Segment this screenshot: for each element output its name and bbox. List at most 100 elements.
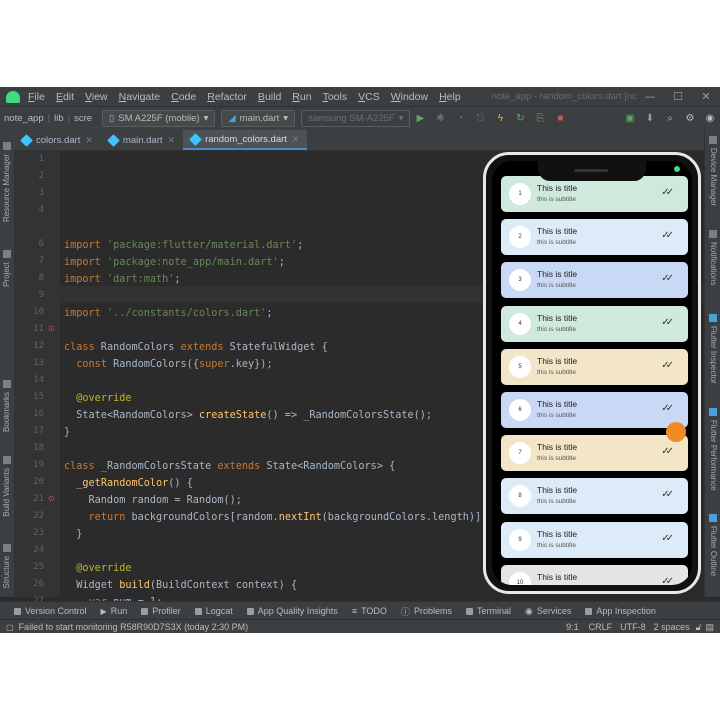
profile-icon[interactable]: ◔ xyxy=(453,112,467,126)
tool-build-variants[interactable]: Build Variants xyxy=(2,468,11,517)
tab-main-dart[interactable]: main.dart ✕ xyxy=(101,130,183,150)
menu-vcs[interactable]: VCS xyxy=(358,91,380,103)
menu-build[interactable]: Build xyxy=(258,91,281,103)
tab-colors-dart[interactable]: colors.dart ✕ xyxy=(14,130,101,150)
tool-app-inspection[interactable]: App Inspection xyxy=(585,606,656,616)
code-line: import '../constants/colors.dart'; xyxy=(64,308,273,319)
code-line: import 'dart:math'; xyxy=(64,274,181,285)
minimize-icon[interactable]: — xyxy=(636,90,664,103)
close-tab-icon[interactable]: ✕ xyxy=(85,135,93,146)
phone-icon: ▯ xyxy=(109,113,115,124)
note-title: This is title xyxy=(537,269,578,280)
tool-notifications[interactable]: Notifications xyxy=(709,242,718,286)
tool-flutter-inspector[interactable]: Flutter Inspector xyxy=(709,326,718,384)
tool-project[interactable]: Project xyxy=(2,262,11,287)
run-config-selector[interactable]: ◢ main.dart ▾ xyxy=(221,110,296,127)
note-card[interactable]: 9 This is title this is subtitle ✓✓ xyxy=(501,521,688,558)
line-number: 7 xyxy=(38,256,44,266)
menu-window[interactable]: Window xyxy=(391,91,428,103)
double-check-icon: ✓✓ xyxy=(661,187,674,198)
note-title: This is title xyxy=(537,355,578,366)
line-separator[interactable]: CRLF xyxy=(589,622,613,632)
note-card[interactable]: 5 This is title this is subtitle ✓✓ xyxy=(501,348,688,385)
close-window-icon[interactable]: ✕ xyxy=(692,90,720,103)
stop-icon[interactable]: ■ xyxy=(553,112,567,126)
app-inspection-icon xyxy=(585,607,593,615)
note-card[interactable]: 10 This is title ✓✓ xyxy=(501,564,688,585)
tool-flutter-outline[interactable]: Flutter Outline xyxy=(709,526,718,576)
device-selector[interactable]: ▯ SM A225F (mobile) ▾ xyxy=(102,110,216,127)
maximize-icon[interactable]: ☐ xyxy=(664,90,692,103)
breadcrumb-screens[interactable]: scre xyxy=(70,113,96,124)
menu-edit[interactable]: Edit xyxy=(56,91,74,103)
note-card[interactable]: 4 This is title this is subtitle ✓✓ xyxy=(501,305,688,342)
tool-bookmarks[interactable]: Bookmarks xyxy=(2,392,11,432)
menu-tools[interactable]: Tools xyxy=(323,91,348,103)
tool-run[interactable]: ▶ Run xyxy=(101,606,128,616)
camera-indicator-icon xyxy=(674,166,680,172)
double-check-icon: ✓✓ xyxy=(661,532,674,544)
tool-services[interactable]: ◉ Services xyxy=(525,606,571,617)
tool-label: TODO xyxy=(361,606,387,616)
phone-screen[interactable]: 1 This is title this is subtitle ✓✓ 2 This is… xyxy=(492,161,692,585)
hot-restart-icon[interactable]: ↻ xyxy=(513,112,527,126)
cursor-position[interactable]: 9:1 xyxy=(566,622,579,632)
apply-changes-icon[interactable]: ⎘ xyxy=(533,112,547,126)
note-number-avatar: 9 xyxy=(509,528,531,551)
menu-refactor[interactable]: Refactor xyxy=(207,91,247,103)
left-tool-strip: Resource Manager Project Bookmarks Build… xyxy=(0,130,15,597)
menu-navigate[interactable]: Navigate xyxy=(119,91,160,103)
indent-setting[interactable]: 2 spaces xyxy=(654,622,690,632)
lock-icon[interactable]: 🔓︎ xyxy=(696,622,702,633)
override-gutter-icon[interactable]: ⊙ xyxy=(48,324,55,333)
note-card[interactable]: 3 This is title this is subtitle ✓✓ xyxy=(501,262,688,299)
search-icon[interactable]: ⌕ xyxy=(663,112,677,126)
note-subtitle: this is subtitle xyxy=(537,541,577,549)
menu-view[interactable]: View xyxy=(85,91,108,103)
tab-random-colors-dart[interactable]: random_colors.dart ✕ xyxy=(183,130,308,150)
tool-logcat[interactable]: Logcat xyxy=(194,606,233,616)
tool-terminal[interactable]: Terminal xyxy=(465,606,511,616)
tool-flutter-performance[interactable]: Flutter Performance xyxy=(709,420,718,491)
note-card[interactable]: 2 This is title this is subtitle ✓✓ xyxy=(501,219,688,256)
sdk-manager-icon[interactable]: ⬇ xyxy=(643,112,657,126)
note-subtitle: this is subtitle xyxy=(537,282,577,290)
tool-todo[interactable]: ≡ TODO xyxy=(352,606,387,616)
account-icon[interactable]: ◉ xyxy=(703,112,717,126)
attach-debugger-icon[interactable]: ⎋ xyxy=(473,112,487,126)
status-message[interactable]: Failed to start monitoring R58R90D7S3X (… xyxy=(19,622,567,632)
note-card[interactable]: 8 This is title this is subtitle ✓✓ xyxy=(501,478,688,515)
menu-code[interactable]: Code xyxy=(171,91,196,103)
device-manager-icon[interactable]: ▣ xyxy=(623,112,637,126)
hot-reload-icon[interactable]: ϟ xyxy=(493,112,507,126)
menu-file[interactable]: File xyxy=(28,91,45,103)
tool-version-control[interactable]: Version Control xyxy=(14,606,87,616)
close-tab-icon[interactable]: ✕ xyxy=(292,134,300,145)
breadcrumb-project[interactable]: note_app xyxy=(0,113,48,124)
dart-file-icon xyxy=(189,132,202,146)
secondary-device-selector[interactable]: samsung SM-A225F ▾ xyxy=(301,110,411,127)
memory-indicator-icon[interactable]: ▤ xyxy=(705,622,714,633)
tool-profiler[interactable]: Profiler xyxy=(141,606,181,616)
note-card[interactable]: 7 This is title this is subtitle ✓✓ xyxy=(501,435,688,472)
close-tab-icon[interactable]: ✕ xyxy=(168,135,176,146)
debug-icon[interactable]: ✱ xyxy=(433,112,447,126)
override-gutter-icon[interactable]: ⊙ xyxy=(48,494,55,503)
tool-problems[interactable]: ⓘ Problems xyxy=(401,605,452,618)
file-encoding[interactable]: UTF-8 xyxy=(620,622,646,632)
settings-gear-icon[interactable]: ⚙ xyxy=(683,112,697,126)
line-number: 1 xyxy=(38,154,44,164)
tool-device-manager[interactable]: Device Manager xyxy=(709,148,718,206)
tool-app-quality-insights[interactable]: App Quality Insights xyxy=(246,606,338,616)
note-card[interactable]: 1 This is title this is subtitle ✓✓ xyxy=(501,176,688,212)
double-check-icon: ✓✓ xyxy=(661,359,674,371)
note-card[interactable]: 6 This is title this is subtitle ✓✓ xyxy=(501,392,688,428)
status-bar: ▢ Failed to start monitoring R58R90D7S3X… xyxy=(0,619,720,633)
tool-resource-manager[interactable]: Resource Manager xyxy=(2,154,11,222)
menu-help[interactable]: Help xyxy=(439,91,461,103)
menu-run[interactable]: Run xyxy=(292,91,311,103)
run-icon[interactable]: ▶ xyxy=(413,112,427,126)
breadcrumb-lib[interactable]: lib xyxy=(50,113,68,124)
dart-file-icon xyxy=(107,133,120,147)
tool-structure[interactable]: Structure xyxy=(2,556,11,588)
